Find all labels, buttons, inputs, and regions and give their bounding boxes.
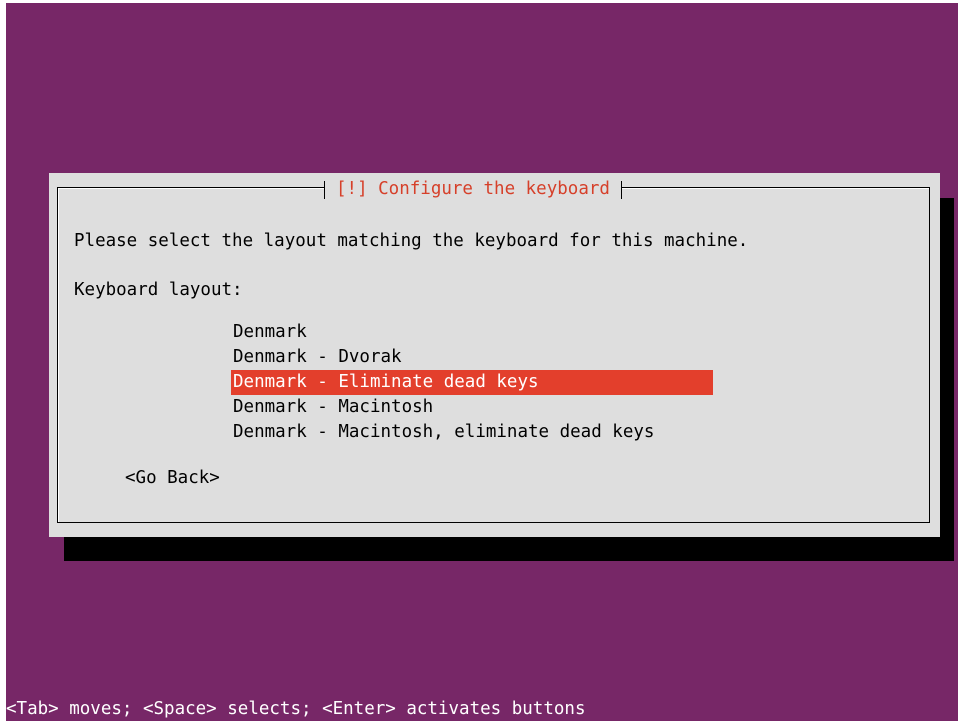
keyboard-layout-list: Denmark Denmark - Dvorak Denmark - Elimi… [231,320,713,445]
installer-screen: [!] Configure the keyboard Please select… [6,3,958,721]
layout-option[interactable]: Denmark - Dvorak [231,345,713,370]
layout-option[interactable]: Denmark - Macintosh, eliminate dead keys [231,420,713,445]
layout-option-selected[interactable]: Denmark - Eliminate dead keys [231,370,713,395]
layout-option[interactable]: Denmark [231,320,713,345]
dialog-title: [!] Configure the keyboard [324,176,622,202]
keyboard-dialog: [!] Configure the keyboard Please select… [49,173,940,537]
layout-option[interactable]: Denmark - Macintosh [231,395,713,420]
keyboard-layout-label: Keyboard layout: [74,280,243,300]
help-bar: <Tab> moves; <Space> selects; <Enter> ac… [6,699,586,719]
go-back-button[interactable]: <Go Back> [125,466,220,491]
dialog-prompt: Please select the layout matching the ke… [74,231,749,251]
